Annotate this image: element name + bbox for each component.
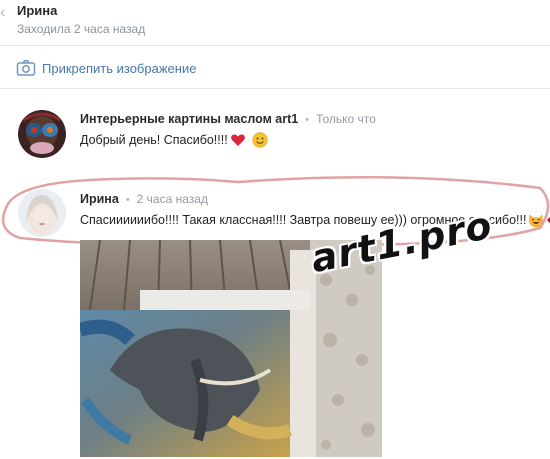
message-item: Интерьерные картины маслом art1 • Только…	[0, 106, 550, 162]
separator-dot: •	[125, 194, 130, 206]
chat-partner-name[interactable]: Ирина	[17, 3, 57, 18]
heart-emoji-icon	[230, 134, 245, 146]
cat-smile-emoji-icon	[529, 214, 544, 228]
chat-header: ‹ Ирина Заходила 2 часа назад	[0, 0, 550, 46]
message-header: Интерьерные картины маслом art1 • Только…	[80, 112, 376, 126]
attach-image-button[interactable]: Прикрепить изображение	[16, 58, 196, 78]
attach-image-label: Прикрепить изображение	[42, 60, 197, 76]
message-text: Добрый день! Спасибо!!!!	[80, 133, 228, 147]
camera-icon	[16, 60, 36, 76]
back-chevron-icon[interactable]: ‹	[0, 5, 12, 34]
divider	[0, 88, 550, 89]
message-author[interactable]: Ирина	[80, 192, 119, 206]
message-time[interactable]: Только что	[316, 112, 376, 126]
message-author[interactable]: Интерьерные картины маслом art1	[80, 112, 298, 126]
avatar[interactable]	[18, 189, 66, 237]
last-seen-status: Заходила 2 часа назад	[17, 22, 146, 36]
message-time[interactable]: 2 часа назад	[137, 192, 208, 206]
avatar[interactable]	[18, 110, 66, 158]
smile-emoji-icon	[252, 132, 268, 148]
message-text-row: Добрый день! Спасибо!!!!	[80, 132, 268, 148]
message-header: Ирина • 2 часа назад	[80, 192, 208, 206]
kiss-lips-emoji-icon	[547, 217, 550, 224]
separator-dot: •	[305, 114, 310, 126]
